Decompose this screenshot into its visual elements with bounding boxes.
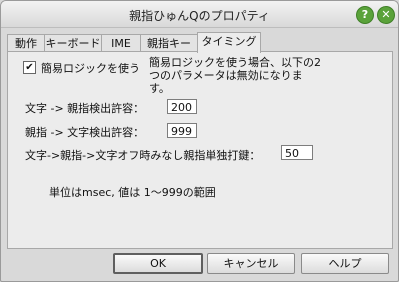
char-thumb-off-input[interactable]: 50 — [281, 145, 313, 160]
cancel-button[interactable]: キャンセル — [207, 253, 295, 274]
tab-timing[interactable]: タイミング — [197, 32, 261, 53]
ok-button[interactable]: OK — [113, 253, 203, 274]
simple-logic-note-line2: つのパラメータは無効になりま — [149, 69, 303, 82]
tab-ime[interactable]: IME — [101, 34, 141, 52]
window-title: 親指ひゅんQのプロパティ — [129, 9, 270, 23]
thumb-to-char-label: 親指 -> 文字検出許容： — [25, 126, 145, 139]
tab-behavior[interactable]: 動作 — [7, 34, 45, 52]
simple-logic-label[interactable]: 簡易ロジックを使う — [41, 60, 140, 76]
tab-keyboard[interactable]: キーボード — [44, 34, 102, 52]
help-icon[interactable]: ? — [356, 6, 374, 24]
help-button[interactable]: ヘルプ — [301, 253, 389, 274]
char-thumb-off-label: 文字->親指->文字オフ時みなし親指単独打鍵： — [25, 149, 261, 162]
title-bar: 親指ひゅんQのプロパティ ? ✕ — [1, 1, 398, 28]
close-icon[interactable]: ✕ — [377, 6, 395, 24]
unit-note: 単位はmsec, 値は 1～999の範囲 — [49, 186, 216, 199]
thumb-to-char-input[interactable]: 999 — [167, 123, 197, 138]
tab-thumb-keys[interactable]: 親指キー — [140, 34, 198, 52]
char-to-thumb-label: 文字 -> 親指検出許容： — [25, 102, 145, 115]
simple-logic-checkbox[interactable]: ✔ — [23, 61, 36, 74]
properties-dialog: 親指ひゅんQのプロパティ ? ✕ 動作 キーボード IME 親指キー タイミング… — [0, 0, 399, 282]
simple-logic-note-line3: す。 — [149, 82, 170, 95]
char-to-thumb-input[interactable]: 200 — [167, 99, 197, 114]
